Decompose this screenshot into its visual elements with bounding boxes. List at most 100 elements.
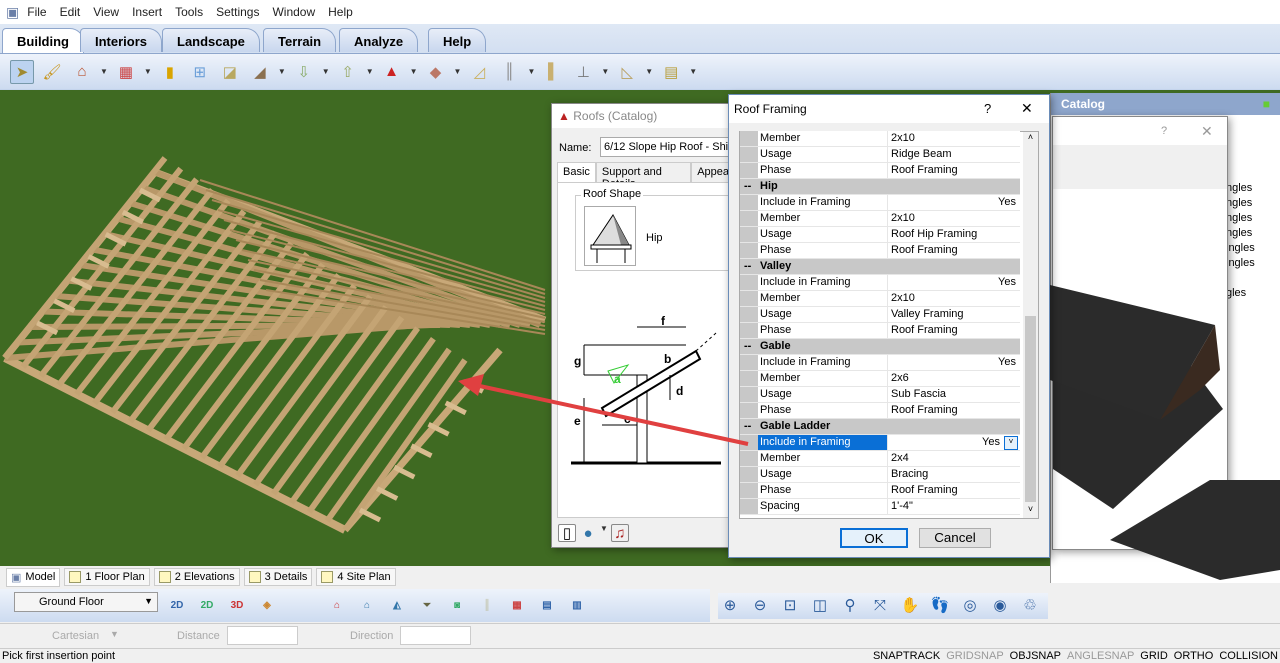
dropdown-icon[interactable]: ▼ [600, 524, 608, 542]
property-value[interactable]: Sub Fascia [888, 387, 1020, 402]
tab-building[interactable]: Building [2, 28, 84, 53]
menu-edit[interactable]: Edit [60, 5, 81, 19]
walk-icon[interactable]: 👣 [928, 593, 952, 617]
menu-tools[interactable]: Tools [175, 5, 203, 19]
snap-toggle-snaptrack[interactable]: SNAPTRACK [873, 650, 940, 662]
catalog-item[interactable]: ngles [1226, 211, 1255, 226]
property-row[interactable]: Usage Valley Framing [740, 307, 1020, 323]
dropdown-arrow-icon[interactable]: ▼ [144, 67, 152, 76]
property-row[interactable]: Member 2x4 [740, 451, 1020, 467]
dropdown-arrow-icon[interactable]: ▼ [689, 67, 697, 76]
globe-icon[interactable]: ● [579, 524, 597, 542]
property-value[interactable]: Bracing [888, 467, 1020, 482]
opening-icon[interactable]: ◪ [218, 60, 242, 84]
dropdown-arrow-icon[interactable]: ▼ [601, 67, 609, 76]
fill-window-icon[interactable]: ⤧ [868, 593, 892, 617]
door-icon[interactable]: ▮ [158, 60, 182, 84]
property-value[interactable]: Yes [888, 275, 1020, 290]
view-tab-1[interactable]: 1 Floor Plan [64, 568, 150, 586]
dropdown-arrow-icon[interactable]: ▼ [366, 67, 374, 76]
property-value[interactable]: 2x4 [888, 451, 1020, 466]
paintbrush-icon[interactable]: 🖌 [40, 60, 64, 84]
roof-plan-icon[interactable]: ◭ [385, 593, 409, 617]
catalog-item[interactable]: ngles [1226, 226, 1255, 241]
menu-view[interactable]: View [93, 5, 119, 19]
property-value[interactable]: Roof Framing [888, 163, 1020, 178]
property-value[interactable]: Roof Hip Framing [888, 227, 1020, 242]
menu-settings[interactable]: Settings [216, 5, 259, 19]
layout-icon[interactable]: ▤ [535, 593, 559, 617]
property-row[interactable]: Member 2x10 [740, 291, 1020, 307]
roof-shape-button[interactable] [584, 206, 636, 266]
property-row[interactable]: Usage Ridge Beam [740, 147, 1020, 163]
snap-toggle-anglesnap[interactable]: ANGLESNAP [1067, 650, 1134, 662]
zoom-out-icon[interactable]: ⊖ [748, 593, 772, 617]
scrollbar[interactable]: ˄ ˅ [1023, 132, 1038, 518]
property-value[interactable]: Roof Framing [888, 243, 1020, 258]
view-tab-3[interactable]: 3 Details [243, 568, 313, 586]
camera-icon[interactable]: ◙ [445, 593, 469, 617]
dropdown-arrow-icon[interactable]: ▼ [454, 67, 462, 76]
chevron-down-icon[interactable]: ˅ [1004, 436, 1018, 450]
tab-help[interactable]: Help [428, 28, 487, 52]
property-row[interactable]: Member 2x10 [740, 211, 1020, 227]
property-row[interactable]: Phase Roof Framing [740, 323, 1020, 339]
property-row[interactable]: Member 2x10 [740, 131, 1020, 147]
coordinate-mode-dropdown[interactable]: Cartesian [52, 630, 99, 642]
catalog-item[interactable]: ingles [1226, 241, 1255, 256]
category-header[interactable]: -- Gable Ladder [740, 419, 1020, 435]
tab-landscape[interactable]: Landscape [162, 28, 260, 52]
property-row[interactable]: Phase Roof Framing [740, 403, 1020, 419]
collapse-icon[interactable]: -- [744, 260, 751, 272]
collapse-icon[interactable]: -- [744, 340, 751, 352]
property-value[interactable]: Yes [888, 355, 1020, 370]
snap-toggle-gridsnap[interactable]: GRIDSNAP [946, 650, 1003, 662]
property-row[interactable]: Include in Framing Yes ˅ [740, 435, 1020, 451]
catalog-item[interactable]: ngles [1226, 181, 1255, 196]
roof-slab-icon[interactable]: ◢ [248, 60, 272, 84]
property-value[interactable]: 2x10 [888, 131, 1020, 146]
select-icon[interactable]: ▯ [558, 524, 576, 542]
elevation-icon[interactable]: ⌂ [355, 593, 379, 617]
wall-detail-icon[interactable]: ▦ [505, 593, 529, 617]
scrollbar-thumb[interactable] [1025, 316, 1036, 502]
cancel-button[interactable]: Cancel [919, 528, 991, 548]
direction-input[interactable] [400, 626, 471, 645]
category-header[interactable]: -- Gable [740, 339, 1020, 355]
layers-icon[interactable]: ◈ [255, 593, 279, 617]
close-button[interactable]: ✕ [1201, 123, 1213, 140]
fence-icon[interactable]: ║ [475, 593, 499, 617]
3d-view-icon[interactable]: 3D [225, 593, 249, 617]
menu-help[interactable]: Help [328, 5, 353, 19]
property-row[interactable]: Include in Framing Yes [740, 355, 1020, 371]
snap-toggle-collision[interactable]: COLLISION [1219, 650, 1278, 662]
fascia-icon[interactable]: ▤ [659, 60, 683, 84]
view-tab-0[interactable]: ▣ Model [6, 567, 61, 587]
railing-icon[interactable]: ║ [497, 60, 521, 84]
ok-button[interactable]: OK [840, 528, 908, 548]
pan-hand-icon[interactable]: ✋ [898, 593, 922, 617]
glide-icon[interactable]: ◉ [988, 593, 1012, 617]
property-row[interactable]: Phase Roof Framing [740, 243, 1020, 259]
tab-analyze[interactable]: Analyze [339, 28, 419, 52]
property-value[interactable]: Valley Framing [888, 307, 1020, 322]
zoom-fit-icon[interactable]: ⊡ [778, 593, 802, 617]
select-arrow-icon[interactable]: ➤ [10, 59, 34, 84]
property-row[interactable]: Include in Framing Yes [740, 275, 1020, 291]
orbit-icon[interactable]: ◎ [958, 593, 982, 617]
help-button[interactable]: ? [1161, 125, 1167, 137]
menu-window[interactable]: Window [272, 5, 315, 19]
catalog-item[interactable]: ngles [1226, 196, 1255, 211]
property-row[interactable]: Usage Sub Fascia [740, 387, 1020, 403]
menu-file[interactable]: File [27, 5, 46, 19]
property-value[interactable]: 1'-4" [888, 499, 1020, 514]
plan-2d-grid-icon[interactable]: 2D [195, 593, 219, 617]
property-value[interactable]: Roof Framing [888, 403, 1020, 418]
collapse-icon[interactable]: -- [744, 180, 751, 192]
house-icon[interactable]: ⌂ [325, 593, 349, 617]
distance-input[interactable] [227, 626, 298, 645]
property-row[interactable]: Phase Roof Framing [740, 483, 1020, 499]
snap-toggle-grid[interactable]: GRID [1140, 650, 1168, 662]
close-button[interactable]: ✕ [1021, 100, 1033, 117]
property-value[interactable]: Yes [888, 195, 1020, 210]
